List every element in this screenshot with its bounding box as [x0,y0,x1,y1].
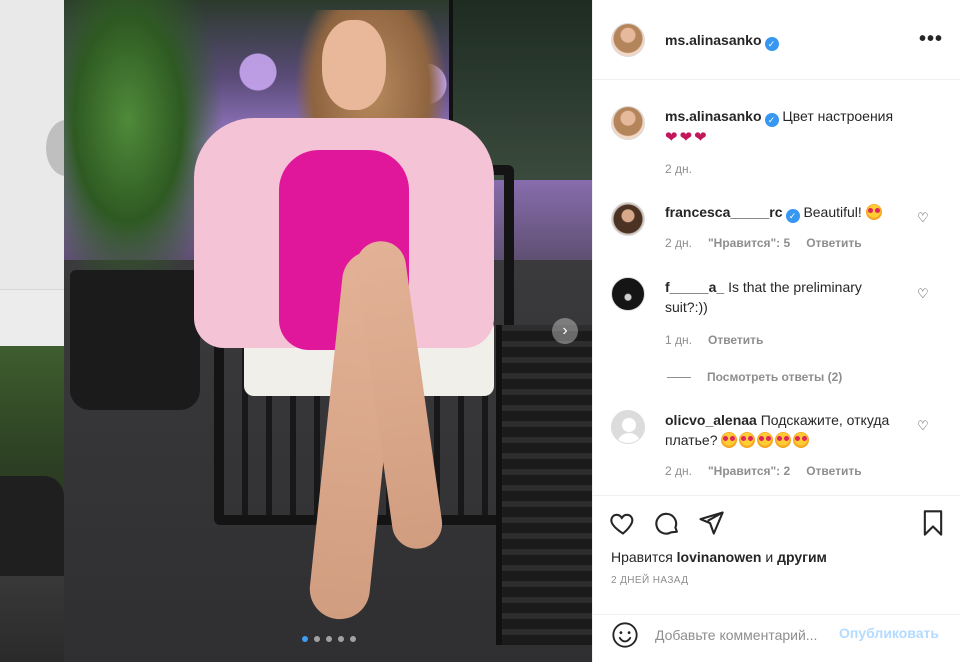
likes-prefix: Нравится [611,549,673,565]
comment-item: olicvo_alenaa Подскажите, откуда платье? [665,410,905,450]
likes-others[interactable]: другим [777,549,827,565]
author-avatar[interactable] [611,23,645,57]
carousel-dot[interactable] [338,636,344,642]
comment-avatar[interactable] [611,277,645,311]
comment-time[interactable]: 2 дн. [665,236,692,250]
default-avatar-icon [622,418,636,432]
carousel-dot[interactable] [326,636,332,642]
replies-line [667,377,691,379]
reply-button[interactable]: Ответить [708,333,763,347]
post-photo[interactable]: › [64,0,592,662]
photo-head [322,20,386,110]
author-name-wrap: ms.alinasanko ✓ [665,32,779,51]
more-options-icon[interactable]: ••• [919,28,943,51]
heart-emoji-icon: ❤❤❤ [665,129,709,146]
background-feed [0,0,86,662]
heart-eyes-emoji-icon [739,432,756,448]
comment-meta: 2 дн. "Нравится": 5 Ответить [665,236,878,250]
emoji-smile-icon[interactable] [611,621,639,649]
likes-user[interactable]: lovinanowen [677,549,762,565]
publish-button[interactable]: Опубликовать [839,625,939,641]
reply-button[interactable]: Ответить [806,236,861,250]
comments-section: ms.alinasanko ✓ Цвет настроения ❤❤❤ 2 дн.… [593,80,960,496]
photo-table [496,325,592,645]
comment-meta: 1 дн. Ответить [665,333,779,347]
heart-eyes-emoji-icon [793,432,810,448]
comment-time[interactable]: 1 дн. [665,333,692,347]
verified-badge-icon: ✓ [764,37,779,51]
like-heart-icon[interactable] [609,509,637,537]
caption-avatar[interactable] [611,106,645,140]
likes-summary[interactable]: Нравится lovinanowen и другим [611,549,827,565]
photo-pot [70,270,200,410]
caption-time[interactable]: 2 дн. [665,162,692,176]
comment-item: francesca_____rc ✓ Beautiful! [665,202,905,223]
post-date[interactable]: 2 ДНЕЙ НАЗАД [611,575,688,586]
caption: ms.alinasanko ✓ Цвет настроения ❤❤❤ [665,106,925,148]
comment-avatar[interactable] [611,410,645,444]
comment-avatar[interactable] [611,202,645,236]
comment-username[interactable]: francesca_____rc [665,204,783,220]
add-comment-bar: Опубликовать [593,615,960,662]
carousel-dot-active[interactable] [302,636,308,642]
thumbnail-pot [0,476,64,576]
view-replies-label: Посмотреть ответы (2) [707,370,843,384]
carousel-dot[interactable] [350,636,356,642]
likes-suffix: и [765,549,774,565]
caption-meta: 2 дн. [665,162,708,176]
post-header: ms.alinasanko ✓ ••• [593,0,960,80]
comment-input[interactable] [655,621,839,649]
carousel-dot[interactable] [314,636,320,642]
comment-like-heart-icon[interactable]: ♡ [917,418,931,433]
save-bookmark-icon[interactable] [919,509,947,537]
post-side-panel: ms.alinasanko ✓ ••• ms.alinasanko ✓ Цвет н… [592,0,960,662]
chevron-right-icon[interactable]: › [552,318,578,344]
share-paper-plane-icon[interactable] [697,509,725,537]
caption-text: Цвет настроения [782,108,894,124]
background-thumbnail [0,346,64,662]
author-username[interactable]: ms.alinasanko [665,32,762,48]
heart-eyes-emoji-icon [721,432,738,448]
comment-meta: 2 дн. "Нравится": 2 Ответить [665,464,878,478]
carousel-dots [302,636,356,642]
comment-username[interactable]: olicvo_alenaa [665,412,757,428]
comment-like-heart-icon[interactable]: ♡ [917,210,931,225]
heart-eyes-emoji-icon [775,432,792,448]
comment-item: f_____a_ Is that the preliminary suit?:)… [665,277,905,317]
heart-eyes-emoji-icon [865,204,882,220]
verified-badge-icon: ✓ [785,209,800,223]
view-replies-button[interactable]: Посмотреть ответы (2) [667,370,842,384]
comment-username[interactable]: f_____a_ [665,279,724,295]
heart-eyes-emoji-icon [757,432,774,448]
caption-username[interactable]: ms.alinasanko [665,108,762,124]
comment-likes[interactable]: "Нравится": 2 [708,464,790,478]
comment-likes[interactable]: "Нравится": 5 [708,236,790,250]
comment-text: Beautiful! [803,204,862,220]
comment-like-heart-icon[interactable]: ♡ [917,286,931,301]
post-actions: Нравится lovinanowen и другим 2 ДНЕЙ НАЗ… [593,497,960,615]
reply-button[interactable]: Ответить [806,464,861,478]
comment-time[interactable]: 2 дн. [665,464,692,478]
verified-badge-icon: ✓ [764,113,779,127]
default-avatar-body [617,433,641,443]
comment-bubble-icon[interactable] [653,509,681,537]
